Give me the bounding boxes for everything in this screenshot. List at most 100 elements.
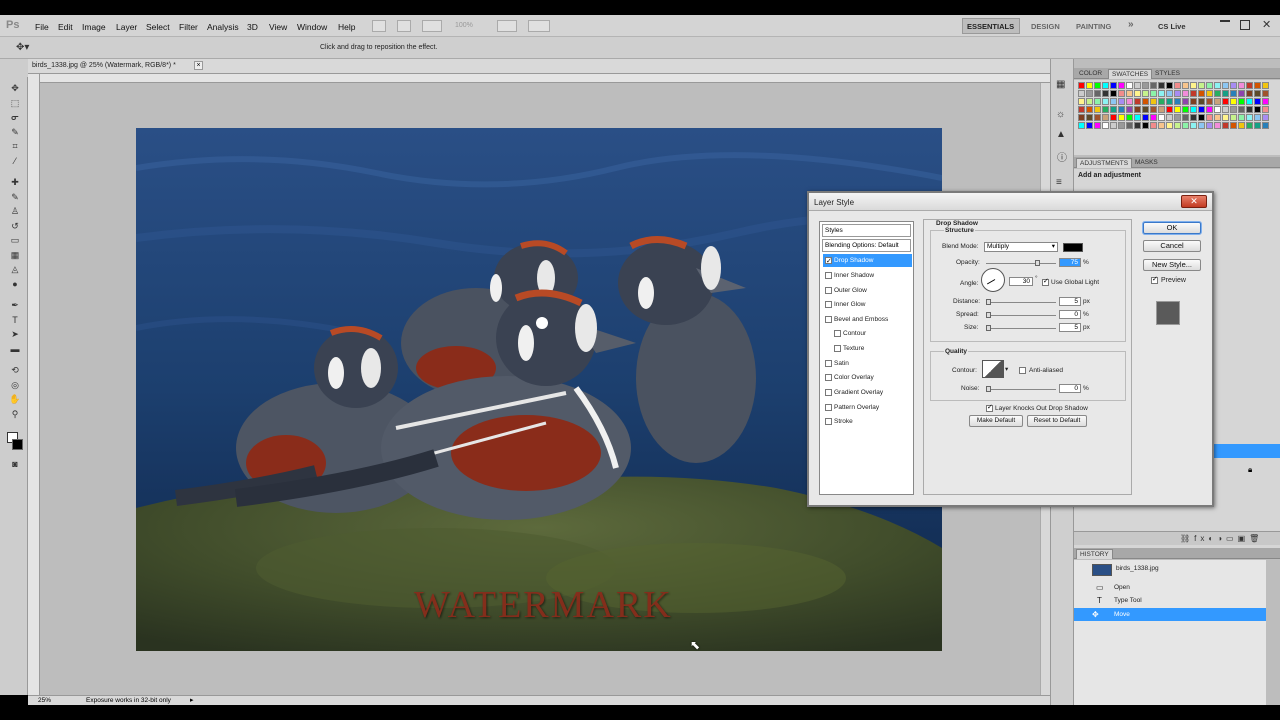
eraser-tool-icon[interactable]: ▭ [9,235,21,245]
menu-select[interactable]: Select [146,22,170,32]
brush-tool-icon[interactable]: ✎ [9,192,21,202]
3d-orbit-icon[interactable]: ◎ [9,380,21,390]
reset-default-button[interactable]: Reset to Default [1027,415,1087,427]
swatch[interactable] [1086,114,1093,121]
swatch[interactable] [1182,82,1189,89]
style-texture[interactable]: Texture [823,342,912,355]
swatch[interactable] [1110,122,1117,129]
gradient-overlay-checkbox[interactable] [825,389,832,396]
swatch[interactable] [1118,90,1125,97]
swatch[interactable] [1094,122,1101,129]
swatch[interactable] [1174,98,1181,105]
history-item-open[interactable]: ▭ Open [1074,581,1266,594]
swatch[interactable] [1246,122,1253,129]
swatch[interactable] [1110,90,1117,97]
menu-view[interactable]: View [269,22,287,32]
noise-input[interactable]: 0 [1059,384,1081,393]
pen-tool-icon[interactable]: ✒ [9,300,21,310]
swatch[interactable] [1238,114,1245,121]
swatch[interactable] [1086,98,1093,105]
swatch[interactable] [1262,98,1269,105]
swatch[interactable] [1238,106,1245,113]
swatch[interactable] [1254,106,1261,113]
swatch[interactable] [1166,90,1173,97]
swatch[interactable] [1134,122,1141,129]
history-brush-icon[interactable]: ↺ [9,221,21,231]
swatch[interactable] [1238,90,1245,97]
swatch[interactable] [1126,106,1133,113]
swatch[interactable] [1150,114,1157,121]
close-window-icon[interactable]: ✕ [1262,18,1271,31]
extras-dropdown[interactable] [422,20,442,32]
workspace-design[interactable]: DESIGN [1031,22,1060,31]
menu-image[interactable]: Image [82,22,106,32]
opacity-input[interactable]: 75 [1059,258,1081,267]
bevel-emboss-checkbox[interactable] [825,316,832,323]
workspace-painting[interactable]: PAINTING [1076,22,1111,31]
arrange-documents-button[interactable] [497,20,517,32]
swatch[interactable] [1110,114,1117,121]
pattern-overlay-checkbox[interactable] [825,404,832,411]
swatch[interactable] [1206,114,1213,121]
swatch[interactable] [1230,82,1237,89]
swatch[interactable] [1158,106,1165,113]
swatch[interactable] [1198,82,1205,89]
zoom-tool-icon[interactable]: ⚲ [9,409,21,419]
ok-button[interactable]: OK [1143,222,1201,234]
swatch[interactable] [1166,106,1173,113]
opacity-slider[interactable] [986,260,1056,266]
swatch[interactable] [1086,122,1093,129]
style-drop-shadow[interactable]: Drop Shadow [823,254,912,268]
swatch[interactable] [1134,90,1141,97]
shadow-color-swatch[interactable] [1063,243,1083,252]
swatch[interactable] [1190,90,1197,97]
swatch[interactable] [1110,82,1117,89]
swatch[interactable] [1134,114,1141,121]
swatch[interactable] [1230,98,1237,105]
clone-stamp-icon[interactable]: ♙ [9,206,21,216]
swatch[interactable] [1102,114,1109,121]
history-item-move[interactable]: ✥ Move [1074,608,1266,621]
swatch[interactable] [1222,106,1229,113]
swatch[interactable] [1246,90,1253,97]
angle-dial[interactable] [981,268,1005,292]
menu-analysis[interactable]: Analysis [207,22,239,32]
swatch[interactable] [1238,98,1245,105]
swatch[interactable] [1134,98,1141,105]
size-input[interactable]: 5 [1059,323,1081,332]
swatch[interactable] [1206,106,1213,113]
tab-styles[interactable]: STYLES [1152,69,1183,78]
contour-picker[interactable] [982,360,1004,378]
swatch[interactable] [1182,106,1189,113]
menu-edit[interactable]: Edit [58,22,73,32]
swatch[interactable] [1214,106,1221,113]
more-workspaces-icon[interactable]: » [1128,19,1134,30]
swatch[interactable] [1182,122,1189,129]
swatch[interactable] [1206,122,1213,129]
swatch[interactable] [1110,106,1117,113]
swatch[interactable] [1150,106,1157,113]
distance-input[interactable]: 5 [1059,297,1081,306]
swatch[interactable] [1214,82,1221,89]
noise-slider[interactable] [986,386,1056,392]
swatch[interactable] [1094,82,1101,89]
adjustments-panel-icon[interactable]: ☼ [1056,109,1065,120]
swatch[interactable] [1166,114,1173,121]
minimize-icon[interactable] [1220,20,1230,30]
swatch[interactable] [1254,122,1261,129]
swatch[interactable] [1166,98,1173,105]
swatch[interactable] [1246,114,1253,121]
swatch[interactable] [1102,98,1109,105]
style-inner-glow[interactable]: Inner Glow [823,298,912,311]
texture-checkbox[interactable] [834,345,841,352]
swatch[interactable] [1078,90,1085,97]
style-inner-shadow[interactable]: Inner Shadow [823,269,912,282]
contour-chevron-icon[interactable]: ▾ [1005,365,1008,373]
swatch[interactable] [1126,82,1133,89]
swatch[interactable] [1142,106,1149,113]
swatch[interactable] [1198,106,1205,113]
maximize-icon[interactable] [1240,20,1250,30]
swatch[interactable] [1254,114,1261,121]
shape-tool-icon[interactable]: ▬ [9,344,21,354]
swatch[interactable] [1222,114,1229,121]
